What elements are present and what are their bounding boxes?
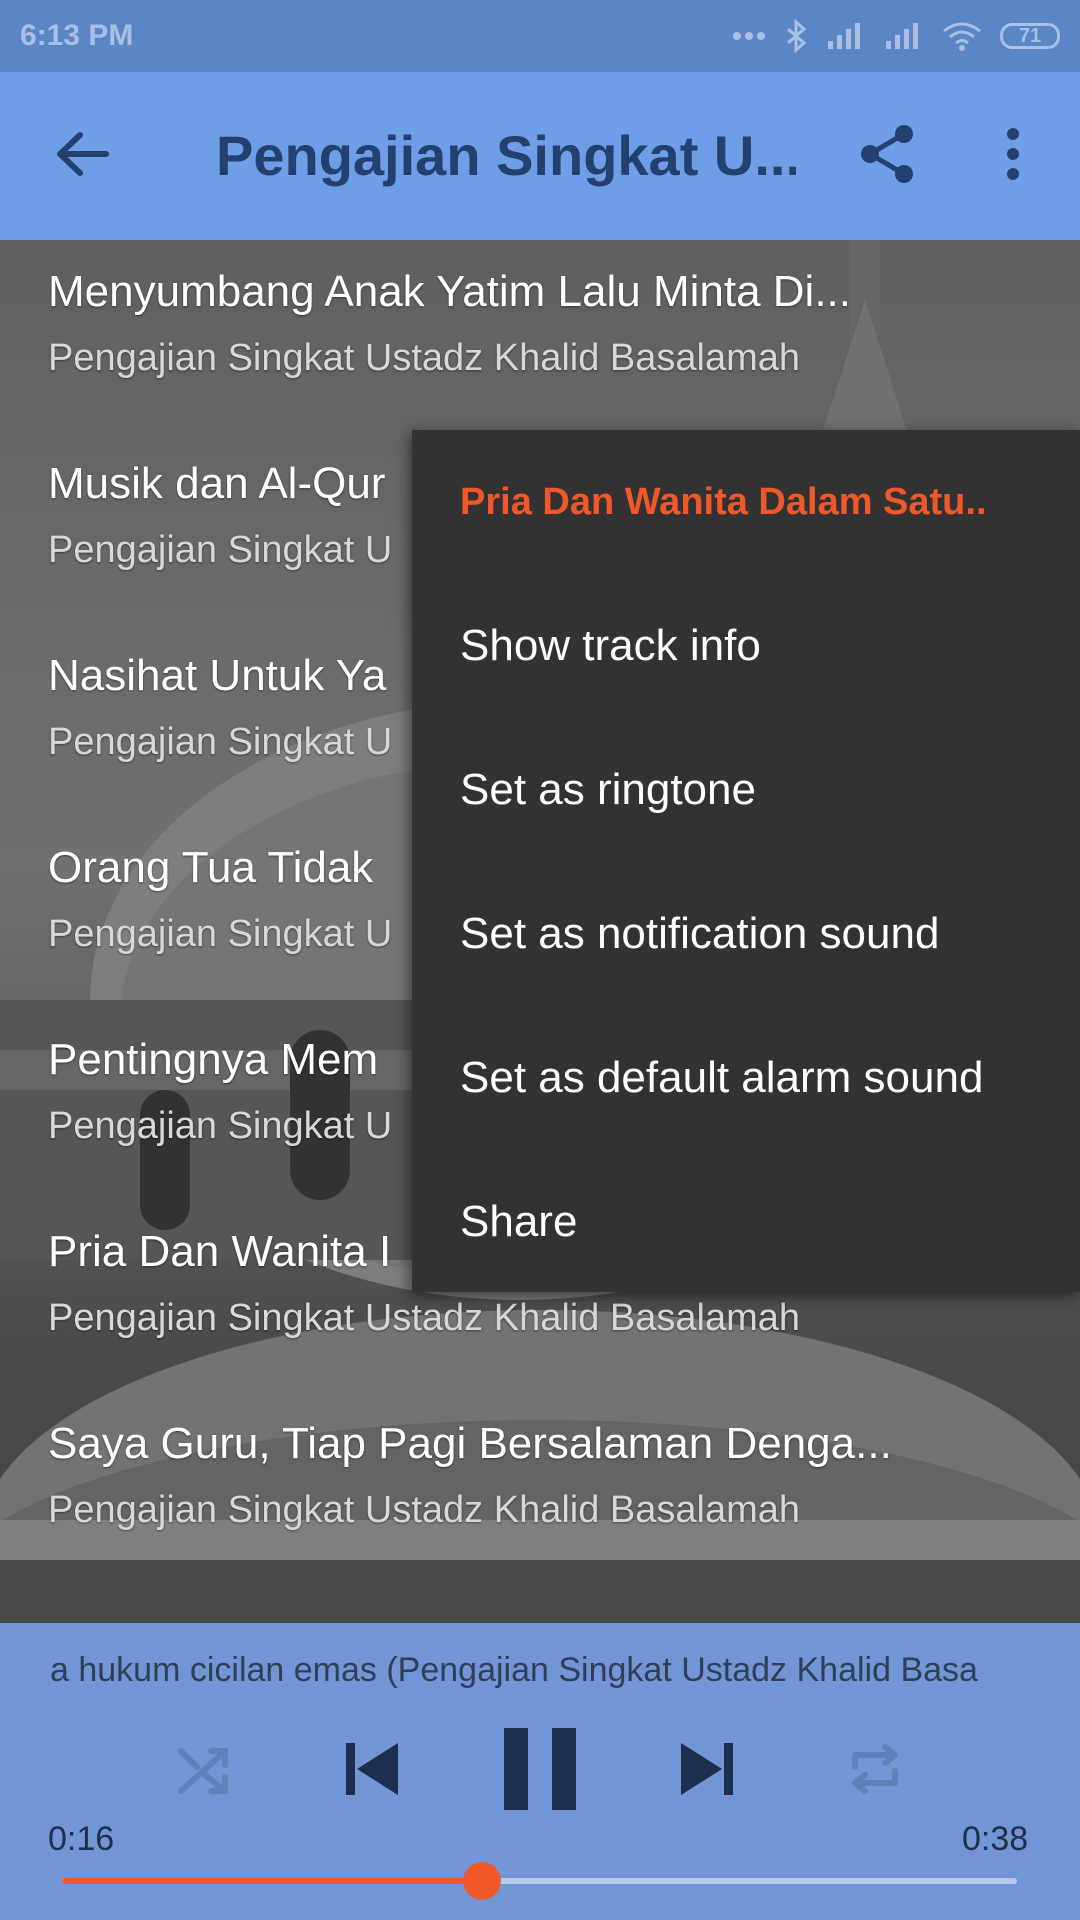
shuffle-button[interactable] (172, 1738, 238, 1804)
menu-item-set-notification-sound[interactable]: Set as notification sound (460, 862, 939, 1006)
back-arrow-icon (54, 131, 110, 182)
toolbar: Pengajian Singkat U... (0, 72, 1080, 240)
menu-item-show-track-info[interactable]: Show track info (460, 574, 761, 718)
track-subtitle: Pengajian Singkat Ustadz Khalid Basalama… (48, 1489, 801, 1531)
menu-item-share[interactable]: Share (460, 1150, 577, 1294)
now-playing-title: a hukum cicilan emas (Pengajian Singkat … (50, 1651, 978, 1689)
progress-thumb[interactable] (463, 1862, 502, 1900)
back-button[interactable] (46, 124, 118, 188)
repeat-button[interactable] (842, 1738, 908, 1804)
status-time: 6:13 PM (20, 19, 134, 52)
skip-previous-icon (342, 1739, 402, 1804)
signal-icon (884, 21, 924, 51)
status-icons: 71 (732, 19, 1060, 53)
track-title: Saya Guru, Tiap Pagi Bersalaman Denga... (48, 1419, 892, 1468)
repeat-icon (847, 1741, 903, 1802)
track-subtitle: Pengajian Singkat Ustadz Khalid Basalama… (48, 1297, 801, 1339)
track-title: Menyumbang Anak Yatim Lalu Minta Di... (48, 267, 851, 316)
duration-time: 0:38 (962, 1820, 1029, 1858)
pause-icon (502, 1726, 578, 1817)
pause-button[interactable] (498, 1725, 582, 1817)
progress-fill (62, 1878, 483, 1884)
player-bar: a hukum cicilan emas (Pengajian Singkat … (0, 1623, 1080, 1920)
context-menu-header: Pria Dan Wanita Dalam Satu.. (460, 481, 987, 523)
previous-button[interactable] (335, 1733, 409, 1809)
next-button[interactable] (670, 1733, 744, 1809)
list-item[interactable]: Menyumbang Anak Yatim Lalu Minta Di... P… (48, 262, 1048, 384)
more-dots-icon (732, 31, 766, 41)
share-button[interactable] (852, 120, 924, 192)
battery-level: 71 (1018, 24, 1042, 47)
more-vert-icon (1005, 127, 1021, 185)
menu-item-set-ringtone[interactable]: Set as ringtone (460, 718, 756, 862)
share-icon (858, 122, 918, 191)
skip-next-icon (677, 1739, 737, 1804)
track-subtitle: Pengajian Singkat Ustadz Khalid Basalama… (48, 337, 801, 379)
menu-item-set-alarm-sound[interactable]: Set as default alarm sound (460, 1006, 983, 1150)
page-title: Pengajian Singkat U... (216, 124, 796, 187)
more-options-button[interactable] (985, 120, 1041, 192)
shuffle-icon (177, 1743, 233, 1800)
context-menu: Pria Dan Wanita Dalam Satu.. Show track … (412, 430, 1080, 1292)
signal-icon (826, 21, 866, 51)
bluetooth-icon (784, 19, 808, 53)
progress-bar[interactable] (62, 1862, 1017, 1900)
list-item[interactable]: Saya Guru, Tiap Pagi Bersalaman Denga...… (48, 1414, 1048, 1536)
wifi-icon (942, 21, 982, 51)
battery-icon: 71 (1000, 23, 1060, 49)
elapsed-time: 0:16 (48, 1820, 115, 1858)
status-bar: 6:13 PM 71 (0, 0, 1080, 72)
